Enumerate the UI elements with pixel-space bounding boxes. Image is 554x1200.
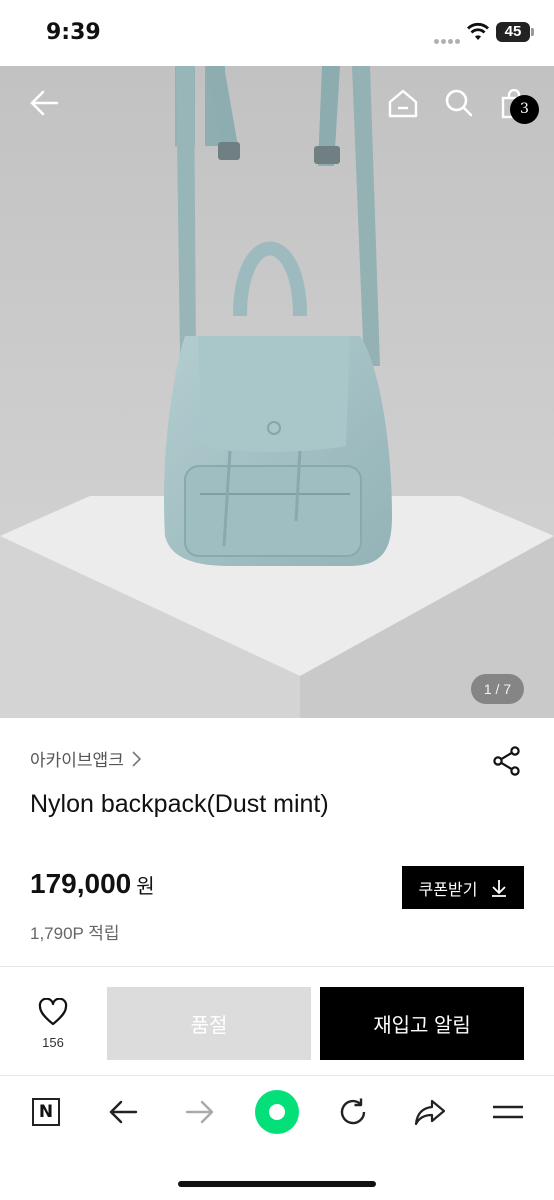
green-dot-button[interactable] [255, 1090, 299, 1134]
like-count: 156 [42, 1035, 64, 1050]
product-image-gallery[interactable]: 1 / 7 [0, 66, 554, 718]
price-row: 179,000 원 [30, 868, 155, 900]
wifi-icon [467, 22, 489, 40]
share-arrow-icon [414, 1099, 446, 1126]
arrow-left-icon [109, 1100, 138, 1124]
price: 179,000 [30, 868, 132, 899]
naver-home-button[interactable]: N [24, 1090, 68, 1134]
menu-icon [493, 1105, 523, 1119]
home-indicator [178, 1181, 376, 1187]
download-icon [492, 879, 507, 897]
coupon-label: 쿠폰받기 [418, 881, 478, 899]
product-photo [0, 66, 554, 718]
refresh-icon [340, 1098, 366, 1125]
status-bar: 9:39 45 [0, 0, 554, 66]
search-icon [445, 89, 473, 117]
back-button[interactable] [24, 86, 64, 120]
home-button[interactable] [384, 84, 422, 122]
image-counter: 1 / 7 [471, 674, 524, 704]
battery-tip [531, 28, 534, 36]
cart-count-badge: 3 [510, 95, 539, 124]
soldout-button: 품절 [107, 987, 311, 1060]
signal-icon [434, 31, 464, 44]
currency: 원 [136, 876, 155, 898]
share-page-button[interactable] [408, 1090, 452, 1134]
arrow-right-icon [185, 1100, 214, 1124]
restock-alert-button[interactable]: 재입고 알림 [320, 987, 524, 1060]
menu-button[interactable] [486, 1090, 530, 1134]
browser-forward-button[interactable] [178, 1090, 222, 1134]
share-icon [493, 746, 520, 776]
battery-indicator: 45 [496, 22, 530, 42]
product-title: Nylon backpack(Dust mint) [30, 790, 329, 818]
share-button[interactable] [490, 744, 524, 778]
home-icon [388, 89, 418, 118]
reload-button[interactable] [331, 1090, 375, 1134]
heart-icon [38, 997, 68, 1026]
brand-link[interactable]: 아카이브앱크 [30, 746, 141, 771]
arrow-left-icon [30, 90, 59, 116]
coupon-button[interactable]: 쿠폰받기 [402, 866, 524, 909]
naver-n-icon: N [32, 1098, 60, 1126]
reward-points: 1,790P 적립 [30, 924, 120, 943]
brand-name: 아카이브앱크 [30, 751, 124, 770]
like-button[interactable]: 156 [28, 997, 78, 1058]
status-time: 9:39 [46, 20, 101, 45]
divider [0, 966, 554, 967]
search-button[interactable] [440, 84, 478, 122]
chevron-right-icon [132, 750, 141, 767]
browser-back-button[interactable] [101, 1090, 145, 1134]
